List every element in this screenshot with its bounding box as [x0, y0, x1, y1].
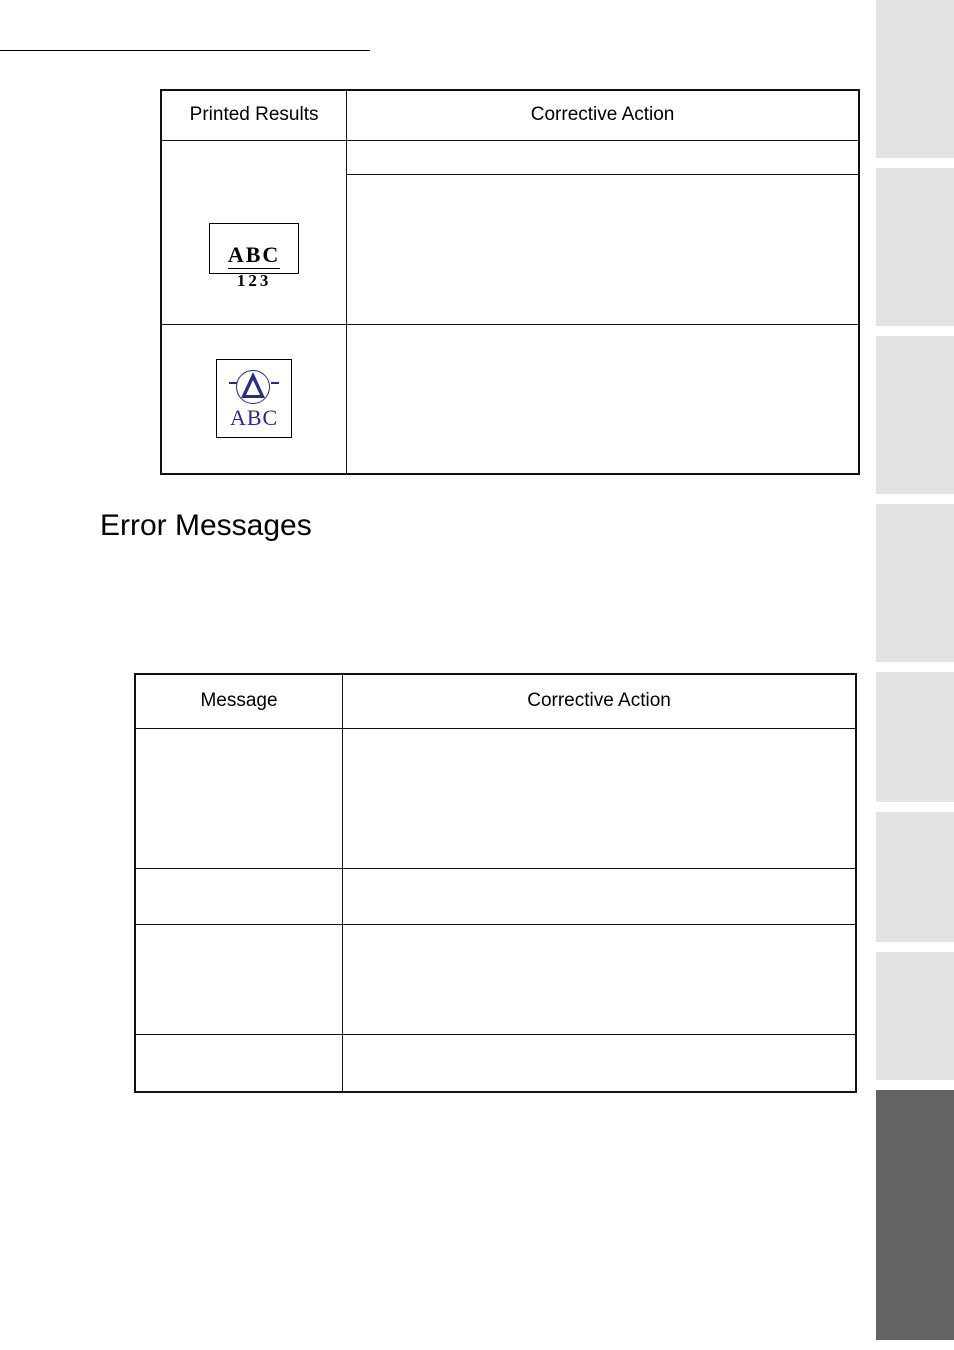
side-tabs [876, 0, 954, 1350]
table-header-row: Message Corrective Action [135, 674, 856, 728]
printed-results-cell: ABC [161, 324, 347, 474]
page-body: Printed Results Corrective Action ABC 12… [0, 0, 870, 1350]
sample-print-box-glyph: ABC [216, 359, 292, 438]
message-cell [135, 728, 343, 868]
corrective-action-cell [347, 140, 859, 174]
message-cell [135, 924, 343, 1034]
table-row [135, 1034, 856, 1092]
table-row [135, 728, 856, 868]
sample-print-box-truncated: ABC 123 [209, 223, 299, 274]
table-header-row: Printed Results Corrective Action [161, 90, 859, 140]
table-row: ABC 123 123 [161, 140, 859, 174]
section-heading-error-messages: Error Messages [100, 509, 870, 543]
side-tab [876, 812, 954, 942]
message-cell [135, 1034, 343, 1092]
caret-circle-icon [229, 368, 279, 408]
side-tab [876, 504, 954, 662]
side-tab [876, 336, 954, 494]
header-rule [0, 50, 370, 51]
corrective-action-cell [343, 924, 856, 1034]
col-header-corrective-action: Corrective Action [343, 674, 856, 728]
truncation-line [228, 268, 280, 269]
corrective-action-cell [347, 174, 859, 324]
error-messages-table: Message Corrective Action [134, 673, 857, 1093]
col-header-corrective-action: Corrective Action [347, 90, 859, 140]
table-row [135, 868, 856, 924]
corrective-action-cell [343, 728, 856, 868]
corrective-action-cell [343, 868, 856, 924]
side-tab [876, 168, 954, 326]
message-cell [135, 868, 343, 924]
corrective-action-cell [343, 1034, 856, 1092]
sample-label-123-visible: 123 [170, 271, 338, 291]
corrective-action-cell [347, 324, 859, 474]
printed-results-table: Printed Results Corrective Action ABC 12… [160, 89, 860, 475]
printed-results-cell: ABC 123 123 [161, 140, 347, 324]
side-tab [876, 0, 954, 158]
side-tab [876, 952, 954, 1080]
table-row [135, 924, 856, 1034]
col-header-message: Message [135, 674, 343, 728]
table-row: ABC [161, 324, 859, 474]
sample-label-abc: ABC [228, 242, 280, 268]
side-tab [876, 672, 954, 802]
col-header-printed-results: Printed Results [161, 90, 347, 140]
sample-label-abc: ABC [229, 406, 279, 429]
side-tab-active [876, 1090, 954, 1340]
